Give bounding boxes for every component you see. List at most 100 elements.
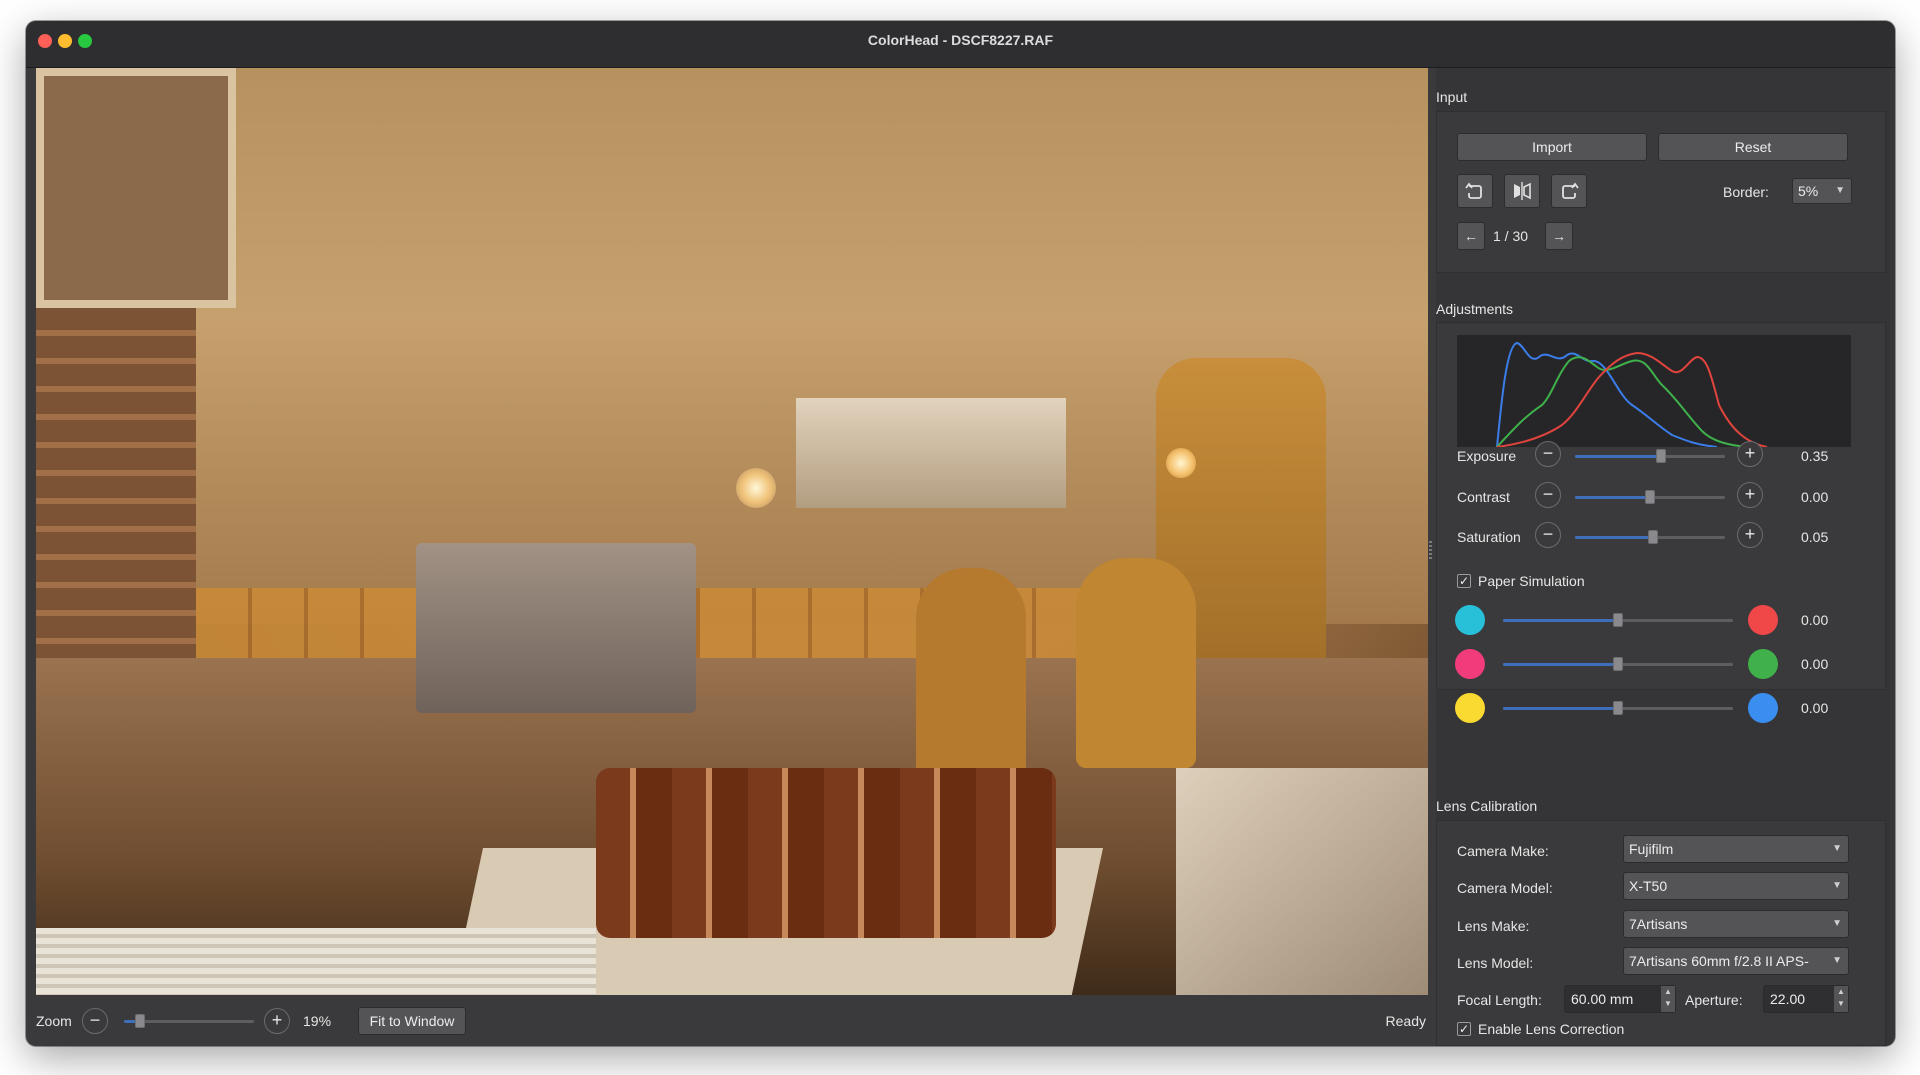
rotate-right-button[interactable] xyxy=(1551,174,1587,208)
magenta-green-slider[interactable] xyxy=(1503,657,1733,671)
cyan-red-slider-fill xyxy=(1503,619,1618,622)
contrast-increase-button[interactable]: + xyxy=(1737,482,1763,508)
paper-simulation-label: Paper Simulation xyxy=(1478,573,1585,589)
chevron-down-icon: ▼ xyxy=(1832,918,1842,929)
cyan-red-slider-thumb[interactable] xyxy=(1613,613,1623,627)
cyan-red-value: 0.00 xyxy=(1801,612,1829,628)
lens-model-label: Lens Model: xyxy=(1457,955,1534,971)
saturation-decrease-button[interactable]: − xyxy=(1535,522,1561,548)
lens-make-value: 7Artisans xyxy=(1629,916,1688,932)
contrast-decrease-button[interactable]: − xyxy=(1535,482,1561,508)
zoom-value: 19% xyxy=(303,1013,332,1029)
saturation-slider[interactable] xyxy=(1575,530,1725,544)
border-value: 5% xyxy=(1798,183,1819,199)
adjustments-group: Exposure − + 0.35 Contrast − + 0.00 Satu… xyxy=(1436,322,1886,723)
lens-model-select[interactable]: 7Artisans 60mm f/2.8 II APS- ▼ xyxy=(1623,947,1849,975)
rotate-right-icon xyxy=(1562,182,1579,199)
flip-horizontal-button[interactable] xyxy=(1504,174,1540,208)
panel-splitter-handle[interactable] xyxy=(1429,541,1432,561)
exposure-slider[interactable] xyxy=(1575,449,1725,463)
red-color-dot xyxy=(1748,605,1778,635)
yellow-blue-slider-fill xyxy=(1503,707,1618,710)
camera-make-select[interactable]: Fujifilm ▼ xyxy=(1623,835,1849,863)
camera-model-value: X-T50 xyxy=(1629,878,1668,894)
import-button[interactable]: Import xyxy=(1457,133,1647,161)
enable-lens-correction-label: Enable Lens Correction xyxy=(1478,1021,1625,1037)
exposure-slider-fill xyxy=(1575,455,1661,458)
contrast-slider-thumb[interactable] xyxy=(1645,490,1655,504)
lens-make-select[interactable]: 7Artisans ▼ xyxy=(1623,910,1849,938)
exposure-value: 0.35 xyxy=(1801,448,1829,464)
rotate-left-button[interactable] xyxy=(1457,174,1493,208)
contrast-value: 0.00 xyxy=(1801,489,1829,505)
window-title: ColorHead - DSCF8227.RAF xyxy=(867,32,1054,48)
histogram-red-curve xyxy=(1496,351,1768,448)
fit-to-window-button[interactable]: Fit to Window xyxy=(358,1007,466,1035)
aperture-spinbox[interactable]: 22.00 ▲ ▼ xyxy=(1763,985,1849,1013)
yellow-color-dot xyxy=(1455,693,1485,723)
cyan-red-slider[interactable] xyxy=(1503,613,1733,627)
camera-model-select[interactable]: X-T50 ▼ xyxy=(1623,872,1849,900)
title-bar: ColorHead - DSCF8227.RAF xyxy=(26,21,1895,68)
green-color-dot xyxy=(1748,649,1778,679)
saturation-value: 0.05 xyxy=(1801,529,1829,545)
saturation-increase-button[interactable]: + xyxy=(1737,522,1763,548)
arrow-right-icon: → xyxy=(1552,228,1566,244)
enable-lens-correction-checkbox[interactable]: ✓ xyxy=(1457,1022,1471,1036)
saturation-slider-thumb[interactable] xyxy=(1648,530,1658,544)
blue-color-dot xyxy=(1748,693,1778,723)
page-counter: 1 / 30 xyxy=(1493,228,1529,244)
photo-shutters xyxy=(36,308,196,688)
magenta-green-slider-thumb[interactable] xyxy=(1613,657,1623,671)
zoom-in-button[interactable]: + xyxy=(264,1008,290,1034)
border-label: Border: xyxy=(1723,184,1769,200)
flip-horizontal-icon xyxy=(1514,182,1531,200)
camera-make-value: Fujifilm xyxy=(1629,841,1674,857)
contrast-slider-fill xyxy=(1575,496,1650,499)
lens-make-label: Lens Make: xyxy=(1457,918,1530,934)
input-group: Import Reset Border: 5% ▼ ← 1 / 30 → xyxy=(1436,111,1886,273)
magenta-green-slider-fill xyxy=(1503,663,1618,666)
rotate-left-icon xyxy=(1465,182,1482,199)
paper-simulation-checkbox[interactable]: ✓ xyxy=(1457,574,1471,588)
yellow-blue-slider-thumb[interactable] xyxy=(1613,701,1623,715)
photo-preview[interactable] xyxy=(36,68,1428,995)
input-section-title: Input xyxy=(1436,89,1468,105)
zoom-label: Zoom xyxy=(36,1013,72,1029)
camera-model-label: Camera Model: xyxy=(1457,880,1553,896)
reset-button[interactable]: Reset xyxy=(1658,133,1848,161)
right-panel: Input Import Reset Border: 5% ▼ ← 1 / 30… xyxy=(1436,68,1895,1046)
saturation-slider-fill xyxy=(1575,536,1653,539)
zoom-out-button[interactable]: − xyxy=(82,1008,108,1034)
photo-bottles xyxy=(596,768,1056,938)
zoom-bar: Zoom − + 19% Fit to Window Ready xyxy=(26,995,1436,1046)
histogram-chart xyxy=(1496,341,1768,448)
histogram xyxy=(1457,335,1851,448)
spin-arrows-icon[interactable]: ▲ ▼ xyxy=(1834,986,1848,1012)
chevron-down-icon: ▼ xyxy=(1835,185,1845,196)
aperture-value: 22.00 xyxy=(1770,991,1806,1007)
border-select[interactable]: 5% ▼ xyxy=(1792,178,1852,204)
chevron-down-icon: ▼ xyxy=(1832,843,1842,854)
zoom-slider-thumb[interactable] xyxy=(134,1014,145,1028)
previous-image-button[interactable]: ← xyxy=(1457,222,1485,250)
photo-window-frame xyxy=(36,68,236,308)
lens-model-value: 7Artisans 60mm f/2.8 II APS- xyxy=(1629,953,1809,969)
photo-lamp xyxy=(1166,448,1196,478)
yellow-blue-slider[interactable] xyxy=(1503,701,1733,715)
lens-calibration-section-title: Lens Calibration xyxy=(1436,798,1538,814)
spin-arrows-icon[interactable]: ▲ ▼ xyxy=(1661,986,1675,1012)
app-window: ColorHead - DSCF8227.RAF Zoom − + 19% Fi… xyxy=(26,21,1895,1046)
focal-length-label: Focal Length: xyxy=(1457,992,1542,1008)
photo-display-case xyxy=(1176,768,1428,995)
photo-machine xyxy=(416,543,696,713)
checkmark-icon: ✓ xyxy=(1458,574,1470,588)
next-image-button[interactable]: → xyxy=(1545,222,1573,250)
zoom-slider[interactable] xyxy=(124,1014,254,1028)
exposure-decrease-button[interactable]: − xyxy=(1535,441,1561,467)
photo-shelf xyxy=(796,398,1066,508)
contrast-slider[interactable] xyxy=(1575,490,1725,504)
exposure-increase-button[interactable]: + xyxy=(1737,441,1763,467)
focal-length-spinbox[interactable]: 60.00 mm ▲ ▼ xyxy=(1564,985,1676,1013)
exposure-slider-thumb[interactable] xyxy=(1655,449,1666,463)
